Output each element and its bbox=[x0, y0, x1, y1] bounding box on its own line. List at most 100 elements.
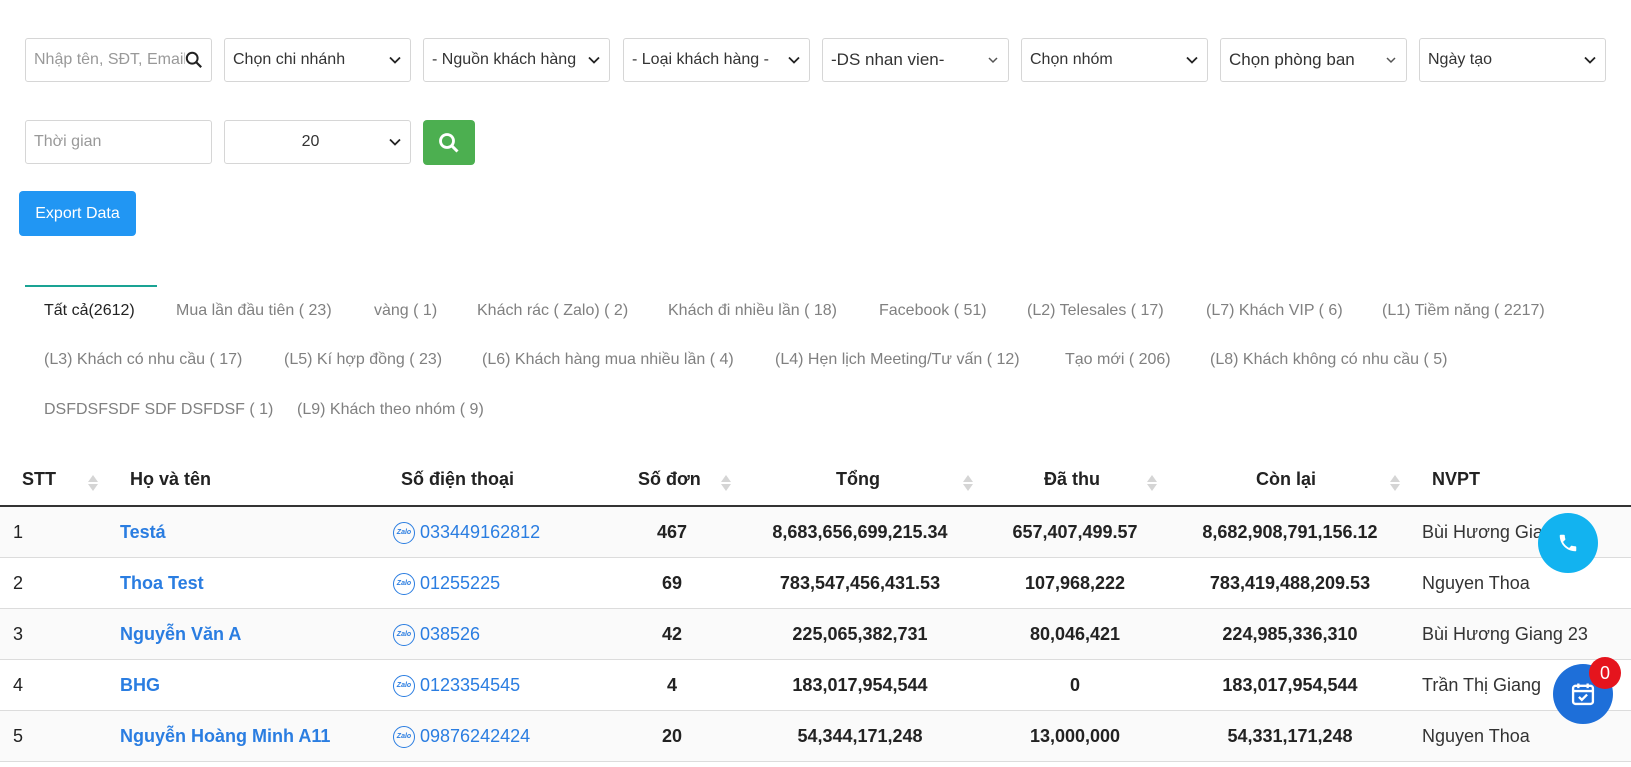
column-header-remain[interactable]: Còn lại bbox=[1256, 452, 1316, 506]
table-row[interactable]: 5 Nguyễn Hoàng Minh A11 Zalo 09876242424 … bbox=[0, 711, 1631, 762]
tab-telesales[interactable]: (L2) Telesales ( 17) bbox=[1027, 300, 1164, 322]
chevron-down-icon bbox=[389, 56, 401, 64]
row-orders: 4 bbox=[666, 675, 677, 695]
zalo-icon[interactable]: Zalo bbox=[393, 623, 415, 646]
staff-select[interactable]: -DS nhan vien- bbox=[822, 38, 1009, 82]
row-remain: 183,017,954,544 bbox=[1222, 675, 1358, 695]
column-header-name[interactable]: Họ và tên bbox=[130, 452, 211, 506]
tab-potential[interactable]: (L1) Tiềm năng ( 2217) bbox=[1382, 300, 1545, 322]
search-button[interactable] bbox=[423, 120, 475, 165]
source-select[interactable]: - Nguồn khách hàng bbox=[423, 38, 610, 82]
phone-link[interactable]: 033449162812 bbox=[420, 507, 540, 558]
tab-meeting[interactable]: (L4) Hẹn lịch Meeting/Tư vấn ( 12) bbox=[775, 349, 1020, 371]
department-select[interactable]: Chọn phòng ban bbox=[1220, 38, 1407, 82]
row-staff: Trần Thị Giang bbox=[1422, 675, 1542, 695]
tab-contract[interactable]: (L5) Kí hợp đồng ( 23) bbox=[284, 349, 442, 371]
phone-cell[interactable]: Zalo 0123354545 bbox=[393, 660, 520, 711]
search-icon bbox=[185, 51, 202, 68]
tab-first-purchase[interactable]: Mua lần đầu tiên ( 23) bbox=[176, 300, 332, 322]
chevron-down-icon bbox=[988, 57, 998, 64]
phone-cell[interactable]: Zalo 01255225 bbox=[393, 558, 500, 609]
group-select[interactable]: Chọn nhóm bbox=[1021, 38, 1208, 82]
tab-new[interactable]: Tạo mới ( 206) bbox=[1065, 349, 1171, 371]
phone-icon bbox=[1559, 534, 1577, 552]
row-staff: Bùi Hương Giang 23 bbox=[1422, 624, 1588, 644]
column-header-orders[interactable]: Số đơn bbox=[638, 452, 701, 506]
zalo-icon[interactable]: Zalo bbox=[393, 521, 415, 544]
tab-group[interactable]: (L9) Khách theo nhóm ( 9) bbox=[297, 399, 484, 421]
column-header-paid[interactable]: Đã thu bbox=[1044, 452, 1100, 506]
tab-no-needs[interactable]: (L8) Khách không có nhu cầu ( 5) bbox=[1210, 349, 1447, 371]
date-type-select[interactable]: Ngày tạo bbox=[1419, 38, 1606, 82]
tab-repeat-buyers[interactable]: (L6) Khách hàng mua nhiều lần ( 4) bbox=[482, 349, 734, 371]
active-tab-indicator bbox=[25, 285, 157, 287]
chevron-down-icon bbox=[1584, 56, 1596, 64]
row-total: 225,065,382,731 bbox=[792, 624, 928, 644]
zalo-icon[interactable]: Zalo bbox=[393, 674, 415, 697]
export-data-button[interactable]: Export Data bbox=[19, 191, 136, 236]
tab-dsfdsf[interactable]: DSFDSFSDF SDF DSFDSF ( 1) bbox=[44, 399, 273, 421]
phone-cell[interactable]: Zalo 033449162812 bbox=[393, 507, 540, 558]
branch-select[interactable]: Chọn chi nhánh bbox=[224, 38, 411, 82]
row-remain: 224,985,336,310 bbox=[1222, 624, 1358, 644]
table-row[interactable]: 1 Testá Zalo 033449162812 467 8,683,656,6… bbox=[0, 507, 1631, 558]
phone-cell[interactable]: Zalo 09876242424 bbox=[393, 711, 530, 762]
column-header-staff[interactable]: NVPT bbox=[1432, 452, 1480, 506]
row-stt: 4 bbox=[13, 675, 24, 695]
column-header-phone[interactable]: Số điện thoại bbox=[401, 452, 514, 506]
chevron-down-icon bbox=[588, 56, 600, 64]
tab-vip[interactable]: (L7) Khách VIP ( 6) bbox=[1206, 300, 1343, 322]
table-row[interactable]: 2 Thoa Test Zalo 01255225 69 783,547,456,… bbox=[0, 558, 1631, 609]
chevron-down-icon bbox=[788, 56, 800, 64]
branch-select-value: Chọn chi nhánh bbox=[233, 51, 346, 68]
time-input-placeholder: Thời gian bbox=[34, 133, 102, 150]
row-total: 183,017,954,544 bbox=[792, 675, 928, 695]
row-stt: 2 bbox=[13, 573, 24, 593]
time-input[interactable]: Thời gian bbox=[25, 120, 212, 164]
staff-select-value: -DS nhan vien- bbox=[831, 50, 945, 69]
sort-icon[interactable] bbox=[1146, 474, 1158, 492]
sort-icon[interactable] bbox=[87, 474, 99, 492]
row-paid: 107,968,222 bbox=[1024, 573, 1126, 593]
column-header-total[interactable]: Tổng bbox=[836, 452, 880, 506]
row-total: 54,344,171,248 bbox=[797, 726, 923, 746]
search-input[interactable]: Nhập tên, SĐT, Email bbox=[25, 38, 212, 82]
customer-name-link[interactable]: Nguyễn Hoàng Minh A11 bbox=[120, 711, 330, 762]
row-paid: 13,000,000 bbox=[1029, 726, 1121, 746]
sort-icon[interactable] bbox=[720, 474, 732, 492]
notification-badge: 0 bbox=[1589, 657, 1621, 689]
phone-link[interactable]: 09876242424 bbox=[420, 711, 530, 762]
page-size-select[interactable]: 20 bbox=[224, 120, 411, 164]
row-remain: 783,419,488,209.53 bbox=[1209, 573, 1371, 593]
customer-type-select-value: - Loại khách hàng - bbox=[632, 51, 769, 68]
sort-icon[interactable] bbox=[1389, 474, 1401, 492]
tab-facebook[interactable]: Facebook ( 51) bbox=[879, 300, 987, 322]
tab-gold[interactable]: vàng ( 1) bbox=[374, 300, 437, 322]
sort-icon[interactable] bbox=[962, 474, 974, 492]
row-total: 8,683,656,699,215.34 bbox=[772, 522, 948, 542]
phone-link[interactable]: 01255225 bbox=[420, 558, 500, 609]
phone-link[interactable]: 038526 bbox=[420, 609, 480, 660]
row-stt: 1 bbox=[13, 522, 24, 542]
customer-name-link[interactable]: BHG bbox=[120, 660, 160, 711]
table-row[interactable]: 3 Nguyễn Văn A Zalo 038526 42 225,065,382… bbox=[0, 609, 1631, 660]
chevron-down-icon bbox=[1186, 56, 1198, 64]
zalo-icon[interactable]: Zalo bbox=[393, 572, 415, 595]
phone-link[interactable]: 0123354545 bbox=[420, 660, 520, 711]
customer-type-select[interactable]: - Loại khách hàng - bbox=[623, 38, 810, 82]
table-row[interactable]: 4 BHG Zalo 0123354545 4 183,017,954,544 0… bbox=[0, 660, 1631, 711]
tab-needs[interactable]: (L3) Khách có nhu cầu ( 17) bbox=[44, 349, 242, 371]
tab-frequent[interactable]: Khách đi nhiều lần ( 18) bbox=[668, 300, 837, 322]
tab-junk-zalo[interactable]: Khách rác ( Zalo) ( 2) bbox=[477, 300, 628, 322]
customer-name-link[interactable]: Thoa Test bbox=[120, 558, 204, 609]
zalo-icon[interactable]: Zalo bbox=[393, 725, 415, 748]
row-paid: 657,407,499.57 bbox=[1012, 522, 1138, 542]
customer-name-link[interactable]: Testá bbox=[120, 507, 166, 558]
column-header-stt[interactable]: STT bbox=[22, 452, 56, 506]
source-select-value: - Nguồn khách hàng bbox=[432, 51, 577, 68]
tab-all[interactable]: Tất cả(2612) bbox=[44, 300, 135, 322]
phone-cell[interactable]: Zalo 038526 bbox=[393, 609, 480, 660]
row-stt: 3 bbox=[13, 624, 24, 644]
call-button[interactable] bbox=[1538, 513, 1598, 573]
customer-name-link[interactable]: Nguyễn Văn A bbox=[120, 609, 241, 660]
